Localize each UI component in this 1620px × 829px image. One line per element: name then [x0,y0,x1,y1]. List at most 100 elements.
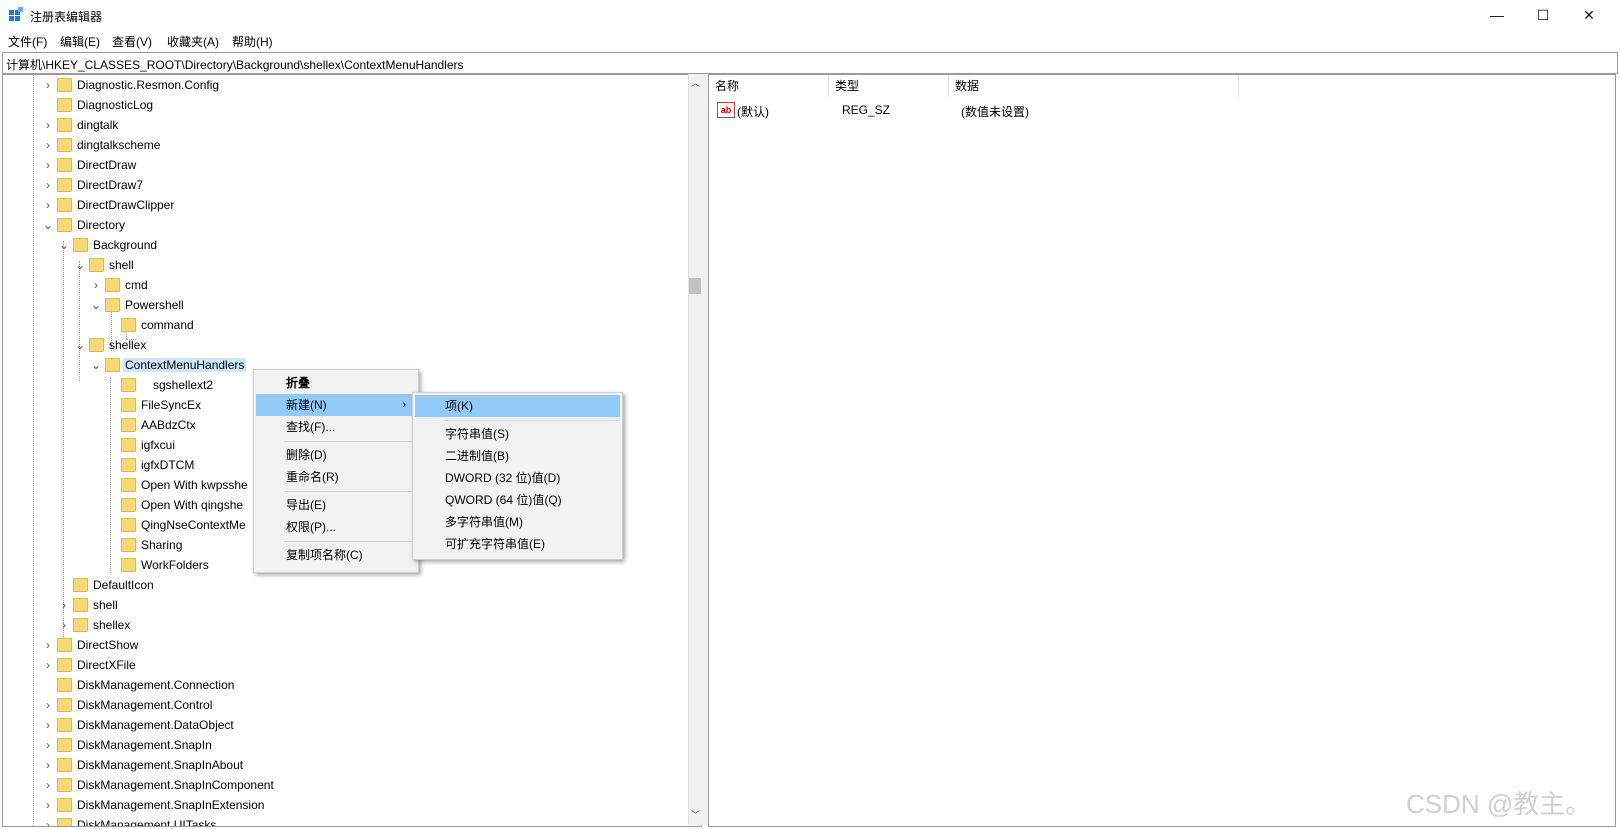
expand-arrow-icon[interactable]: › [41,175,55,195]
tree-node-label[interactable]: dingtalkscheme [77,138,160,152]
menu-item-find[interactable]: 查找(F)... [256,416,416,438]
tree-node-label[interactable]: Powershell [125,298,184,312]
expand-arrow-icon[interactable]: › [41,735,55,755]
tree-node-label[interactable]: FileSyncEx [141,398,201,412]
value-list[interactable]: 名称 类型 数据 ab (默认) REG_SZ (数值未设置) [708,74,1616,827]
tree-node-label[interactable]: Sharing [141,538,182,552]
tree-node-label[interactable]: DiskManagement.SnapInExtension [77,798,264,812]
tree-node-label[interactable]: ContextMenuHandlers [123,358,247,372]
tree-node-label[interactable]: shell [109,258,134,272]
expand-arrow-icon[interactable] [41,95,55,115]
tree-node-label[interactable]: AABdzCtx [141,418,196,432]
tree-node-label[interactable]: DiskManagement.SnapInAbout [77,758,243,772]
tree-node-label[interactable]: Directory [77,218,125,232]
tree-node-label[interactable]: DiskManagement.SnapIn [77,738,212,752]
tree-node-label[interactable]: DiskManagement.DataObject [77,718,234,732]
tree-node-label[interactable]: WorkFolders [141,558,209,572]
menu-item-new-dword[interactable]: DWORD (32 位)值(D) [415,467,620,489]
expand-arrow-icon[interactable]: › [41,755,55,775]
menu-item-new-binary[interactable]: 二进制值(B) [415,445,620,467]
menu-item-delete[interactable]: 删除(D) [256,444,416,466]
expand-arrow-icon[interactable] [105,315,119,335]
expand-arrow-icon[interactable]: › [41,155,55,175]
tree-node-label[interactable]: igfxcui [141,438,175,452]
expand-arrow-icon[interactable]: › [41,635,55,655]
collapse-arrow-icon[interactable]: ⌄ [89,295,103,315]
menu-help[interactable]: 帮助(H) [232,33,273,50]
tree-node-label[interactable]: DirectXFile [77,658,136,672]
expand-arrow-icon[interactable]: › [41,135,55,155]
tree-node-label[interactable]: DiskManagement.Connection [77,678,234,692]
menu-item-new-qword[interactable]: QWORD (64 位)值(Q) [415,489,620,511]
expand-arrow-icon[interactable]: › [57,615,71,635]
tree-scrollbar-thumb[interactable] [689,278,701,294]
tree-node-label[interactable]: dingtalk [77,118,118,132]
menu-item-new-expandable-string[interactable]: 可扩充字符串值(E) [415,533,620,555]
menu-item-export[interactable]: 导出(E) [256,494,416,516]
tree-scrollbar[interactable]: ︿ ﹀ [688,74,703,825]
expand-arrow-icon[interactable]: › [41,75,55,95]
menu-item-copy-key-name[interactable]: 复制项名称(C) [256,544,416,566]
expand-arrow-icon[interactable] [41,675,55,695]
expand-arrow-icon[interactable] [57,575,71,595]
menu-item-rename[interactable]: 重命名(R) [256,466,416,488]
scroll-down-icon[interactable]: ﹀ [691,808,700,821]
expand-arrow-icon[interactable]: › [41,695,55,715]
tree-node-label[interactable]: DirectDraw7 [77,178,143,192]
expand-arrow-icon[interactable]: › [41,195,55,215]
column-header-type[interactable]: 类型 [829,75,949,97]
value-data[interactable]: (数值未设置) [961,103,1029,120]
tree-node-label[interactable]: Open With kwpsshe [141,478,248,492]
tree-node-label[interactable]: DiskManagement.SnapInComponent [77,778,274,792]
tree-node-label[interactable]: DirectDraw [77,158,136,172]
expand-arrow-icon[interactable]: › [41,655,55,675]
maximize-button[interactable]: ☐ [1520,0,1566,31]
tree-node-label[interactable]: QingNseContextMe [141,518,246,532]
menu-view[interactable]: 查看(V) [112,33,152,50]
tree-node-label[interactable]: shellex [109,338,146,352]
tree-node-label[interactable]: DiskManagement.UITasks [77,818,216,826]
menu-item-new-string[interactable]: 字符串值(S) [415,423,620,445]
expand-arrow-icon[interactable]: › [41,715,55,735]
value-type[interactable]: REG_SZ [842,103,890,117]
tree-node-label[interactable]: igfxDTCM [141,458,194,472]
column-header-name[interactable]: 名称 [709,75,829,97]
collapse-arrow-icon[interactable]: ⌄ [89,355,103,375]
collapse-arrow-icon[interactable]: ⌄ [73,335,87,355]
value-name[interactable]: (默认) [737,103,769,120]
column-header-data[interactable]: 数据 [949,75,1239,97]
menu-item-new-multi-string[interactable]: 多字符串值(M) [415,511,620,533]
expand-arrow-icon[interactable]: › [41,115,55,135]
menu-edit[interactable]: 编辑(E) [60,33,100,50]
tree-node-label[interactable]: DiskManagement.Control [77,698,212,712]
tree-node-label[interactable]: DiagnosticLog [77,98,153,112]
expand-arrow-icon[interactable]: › [57,595,71,615]
tree-node-label[interactable]: sgshellext2 [153,378,213,392]
tree-node-label[interactable]: cmd [125,278,148,292]
collapse-arrow-icon[interactable]: ⌄ [73,255,87,275]
menu-file[interactable]: 文件(F) [8,33,47,50]
tree-node-label[interactable]: shellex [93,618,130,632]
expand-arrow-icon[interactable]: › [41,775,55,795]
collapse-arrow-icon[interactable]: ⌄ [41,215,55,235]
scroll-up-icon[interactable]: ︿ [691,76,700,89]
tree-node-label[interactable]: shell [93,598,118,612]
tree-node-label[interactable]: command [141,318,194,332]
menu-item-new-key[interactable]: 项(K) [415,395,620,417]
address-path[interactable]: 计算机\HKEY_CLASSES_ROOT\Directory\Backgrou… [6,56,464,73]
expand-arrow-icon[interactable]: › [41,795,55,815]
tree-node-label[interactable]: DirectDrawClipper [77,198,174,212]
minimize-button[interactable]: — [1474,0,1520,31]
tree-node-label[interactable]: Diagnostic.Resmon.Config [77,78,219,92]
collapse-arrow-icon[interactable]: ⌄ [57,235,71,255]
expand-arrow-icon[interactable]: › [41,815,55,826]
close-button[interactable]: ✕ [1566,0,1612,31]
expand-arrow-icon[interactable]: › [89,275,103,295]
menu-item-permissions[interactable]: 权限(P)... [256,516,416,538]
menu-item-new[interactable]: 新建(N) › [256,394,416,416]
tree-node-label[interactable]: DefaultIcon [93,578,154,592]
menu-item-new-label[interactable]: 新建(N) [286,398,327,412]
menu-item-collapse[interactable]: 折叠 [256,372,416,394]
tree-node-label[interactable]: DirectShow [77,638,138,652]
menu-favorites[interactable]: 收藏夹(A) [167,33,219,50]
